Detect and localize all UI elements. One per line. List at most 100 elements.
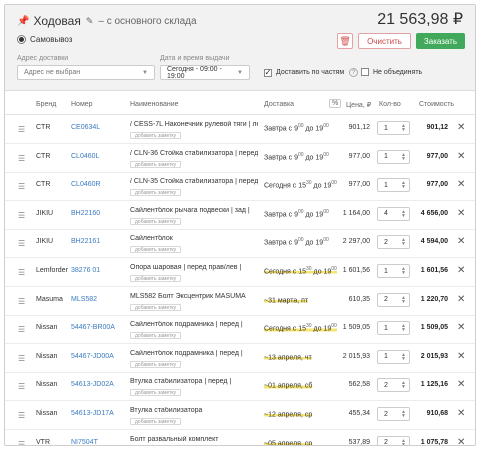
remove-row-icon[interactable]: ✕: [457, 236, 465, 247]
quantity-value[interactable]: 4: [384, 210, 388, 217]
stepper-arrows-icon[interactable]: ▲ ▼: [401, 410, 406, 419]
quantity-stepper[interactable]: 1 ▲ ▼: [377, 121, 410, 135]
col-price[interactable]: Цена, ₽: [346, 101, 371, 109]
col-brand[interactable]: Бренд: [36, 101, 56, 108]
stepper-arrows-icon[interactable]: ▲ ▼: [401, 209, 406, 218]
drag-handle-icon[interactable]: ☰: [18, 154, 25, 163]
row-number-link[interactable]: CE0634L: [71, 124, 100, 131]
row-number-link[interactable]: 54467-JD00A: [71, 353, 114, 360]
quantity-value[interactable]: 1: [384, 353, 388, 360]
add-note-button[interactable]: добавить заметку: [130, 275, 182, 282]
remove-row-icon[interactable]: ✕: [457, 179, 465, 190]
remove-row-icon[interactable]: ✕: [457, 151, 465, 162]
stepper-arrows-icon[interactable]: ▲ ▼: [401, 295, 406, 304]
address-select[interactable]: Адрес не выбран ▼: [17, 65, 155, 80]
drag-handle-icon[interactable]: ☰: [18, 239, 25, 248]
pencil-icon[interactable]: ✎: [86, 16, 94, 27]
add-note-button[interactable]: добавить заметку: [130, 217, 182, 225]
quantity-stepper[interactable]: 2 ▲ ▼: [377, 235, 410, 250]
quantity-value[interactable]: 2: [384, 411, 388, 418]
row-number-link[interactable]: 54613-JD02A: [71, 381, 114, 388]
quantity-value[interactable]: 2: [384, 439, 388, 445]
quantity-value[interactable]: 1: [384, 268, 388, 275]
row-number-link[interactable]: CL0460R: [71, 181, 101, 188]
col-pct[interactable]: %: [329, 99, 342, 108]
quantity-stepper[interactable]: 2 ▲ ▼: [377, 435, 410, 445]
add-note-button[interactable]: добавить заметку: [130, 360, 182, 368]
drag-handle-icon[interactable]: ☰: [18, 297, 25, 306]
datetime-select[interactable]: Сегодня - 09:00 - 19:00 ▼: [160, 65, 250, 80]
add-note-button[interactable]: добавить заметку: [130, 246, 182, 254]
help-icon[interactable]: ?: [349, 68, 359, 77]
add-note-button[interactable]: добавить заметку: [130, 189, 182, 197]
quantity-stepper[interactable]: 1 ▲ ▼: [377, 149, 410, 164]
remove-row-icon[interactable]: ✕: [457, 122, 465, 133]
quantity-stepper[interactable]: 2 ▲ ▼: [377, 292, 410, 307]
stepper-arrows-icon[interactable]: ▲ ▼: [401, 238, 406, 247]
row-number-link[interactable]: BH22160: [71, 210, 100, 217]
drag-handle-icon[interactable]: ☰: [18, 268, 25, 277]
drag-handle-icon[interactable]: ☰: [18, 382, 25, 391]
col-name[interactable]: Наименование: [130, 101, 179, 108]
add-note-button[interactable]: добавить заметку: [130, 132, 182, 139]
stepper-arrows-icon[interactable]: ▲ ▼: [401, 152, 406, 161]
row-number-link[interactable]: BH22161: [71, 238, 100, 245]
col-number[interactable]: Номер: [71, 101, 93, 108]
quantity-stepper[interactable]: 2 ▲ ▼: [377, 378, 410, 393]
col-delivery[interactable]: Доставка: [264, 101, 294, 108]
delete-button[interactable]: 🗑: [337, 33, 354, 49]
drag-handle-icon[interactable]: ☰: [18, 325, 25, 334]
remove-row-icon[interactable]: ✕: [457, 379, 465, 390]
stepper-arrows-icon[interactable]: ▲ ▼: [401, 324, 406, 333]
drag-handle-icon[interactable]: ☰: [18, 354, 25, 363]
stepper-arrows-icon[interactable]: ▲ ▼: [401, 381, 406, 390]
stepper-arrows-icon[interactable]: ▲ ▼: [401, 352, 406, 361]
remove-row-icon[interactable]: ✕: [457, 265, 465, 276]
quantity-value[interactable]: 2: [384, 239, 388, 246]
quantity-value[interactable]: 1: [384, 153, 388, 160]
row-number-link[interactable]: CL0460L: [71, 153, 99, 160]
stepper-arrows-icon[interactable]: ▲ ▼: [401, 267, 406, 276]
quantity-stepper[interactable]: 4 ▲ ▼: [377, 206, 410, 221]
pin-icon[interactable]: 📌: [17, 16, 29, 27]
quantity-stepper[interactable]: 1 ▲ ▼: [377, 321, 410, 336]
add-note-button[interactable]: добавить заметку: [130, 303, 182, 311]
remove-row-icon[interactable]: ✕: [457, 437, 465, 445]
quantity-stepper[interactable]: 2 ▲ ▼: [377, 407, 410, 421]
row-number-link[interactable]: 54613-JD17A: [71, 410, 114, 417]
quantity-value[interactable]: 1: [384, 125, 388, 132]
quantity-stepper[interactable]: 1 ▲ ▼: [377, 264, 410, 278]
drag-handle-icon[interactable]: ☰: [18, 211, 25, 220]
pickup-option[interactable]: Самовывоз: [17, 35, 72, 44]
col-qty[interactable]: Кол-во: [379, 101, 401, 108]
remove-row-icon[interactable]: ✕: [457, 322, 465, 333]
drag-handle-icon[interactable]: ☰: [18, 125, 25, 134]
row-number-link[interactable]: 54467-BR00A: [71, 324, 115, 331]
col-cost[interactable]: Стоимость: [419, 101, 454, 108]
row-number-link[interactable]: NI7504T: [71, 439, 98, 445]
add-note-button[interactable]: добавить заметку: [130, 160, 182, 168]
order-button[interactable]: Заказать: [415, 33, 465, 49]
no-merge-checkbox[interactable]: Не объединять: [361, 68, 422, 76]
quantity-stepper[interactable]: 1 ▲ ▼: [377, 349, 410, 364]
drag-handle-icon[interactable]: ☰: [18, 440, 25, 445]
quantity-value[interactable]: 1: [384, 182, 388, 189]
checkbox-icon[interactable]: [361, 68, 369, 76]
quantity-value[interactable]: 1: [384, 325, 388, 332]
checkbox-checked-icon[interactable]: ✓: [264, 68, 272, 77]
stepper-arrows-icon[interactable]: ▲ ▼: [401, 438, 406, 445]
pickup-radio[interactable]: [17, 35, 26, 44]
row-number-link[interactable]: 38276 01: [71, 267, 100, 274]
remove-row-icon[interactable]: ✕: [457, 351, 465, 362]
clear-button[interactable]: Очистить: [358, 33, 411, 49]
partial-delivery-checkbox[interactable]: ✓ Доставить по частям ?: [264, 68, 359, 77]
drag-handle-icon[interactable]: ☰: [18, 411, 25, 420]
quantity-stepper[interactable]: 1 ▲ ▼: [377, 178, 410, 193]
stepper-arrows-icon[interactable]: ▲ ▼: [401, 181, 406, 190]
quantity-value[interactable]: 2: [384, 296, 388, 303]
add-note-button[interactable]: добавить заметку: [130, 332, 182, 340]
add-note-button[interactable]: добавить заметку: [130, 389, 182, 397]
row-number-link[interactable]: MLS582: [71, 296, 97, 303]
remove-row-icon[interactable]: ✕: [457, 294, 465, 305]
quantity-value[interactable]: 2: [384, 382, 388, 389]
